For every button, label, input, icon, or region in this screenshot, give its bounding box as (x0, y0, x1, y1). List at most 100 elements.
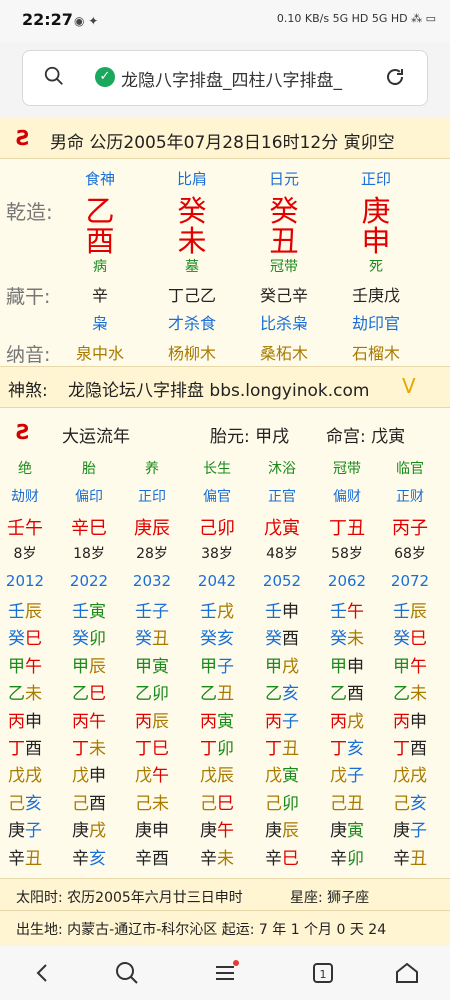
menu-icon[interactable] (210, 958, 240, 988)
liunian-cell[interactable]: 庚子 (0, 816, 55, 841)
liunian-cell[interactable]: 丙申 (380, 707, 440, 732)
liunian-cell[interactable]: 壬辰 (0, 597, 55, 622)
address-bar[interactable]: ✓ 龙隐八字排盘_四柱八字排盘_ (22, 50, 428, 106)
expand-arrow-icon[interactable]: V (402, 374, 416, 398)
liunian-cell[interactable]: 壬寅 (59, 597, 119, 622)
liunian-cell[interactable]: 丁未 (59, 734, 119, 759)
liunian-cell[interactable]: 己卯 (252, 789, 312, 814)
liunian-gan: 庚 (200, 821, 217, 842)
liunian-cell[interactable]: 癸未 (317, 624, 377, 649)
liunian-cell[interactable]: 丁巳 (122, 734, 182, 759)
forum-link[interactable]: 龙隐论坛八字排盘 bbs.longyinok.com (68, 376, 369, 401)
liunian-gan: 乙 (200, 684, 217, 705)
liunian-cell[interactable]: 甲申 (317, 652, 377, 677)
liunian-cell[interactable]: 己亥 (380, 789, 440, 814)
liunian-cell[interactable]: 庚戌 (59, 816, 119, 841)
liunian-cell[interactable]: 壬辰 (380, 597, 440, 622)
dizhi-cell: 未 (177, 224, 207, 258)
liunian-cell[interactable]: 乙酉 (317, 679, 377, 704)
search-icon[interactable] (112, 958, 142, 988)
liunian-cell[interactable]: 辛丑 (380, 844, 440, 869)
liunian-cell[interactable]: 戊戌 (380, 761, 440, 786)
liunian-cell[interactable]: 癸卯 (59, 624, 119, 649)
dayun-ganzhi[interactable]: 丙子 (380, 514, 440, 540)
liunian-cell[interactable]: 丙子 (252, 707, 312, 732)
liunian-cell[interactable]: 辛卯 (317, 844, 377, 869)
page-title: 龙隐八字排盘_四柱八字排盘_ (121, 71, 342, 91)
liunian-cell[interactable]: 乙亥 (252, 679, 312, 704)
dayun-ganzhi[interactable]: 庚辰 (122, 514, 182, 540)
liunian-cell[interactable]: 辛巳 (252, 844, 312, 869)
liunian-cell[interactable]: 甲午 (380, 652, 440, 677)
liunian-cell[interactable]: 乙丑 (187, 679, 247, 704)
liunian-cell[interactable]: 戊寅 (252, 761, 312, 786)
liunian-cell[interactable]: 辛丑 (0, 844, 55, 869)
liunian-cell[interactable]: 戊申 (59, 761, 119, 786)
liunian-cell[interactable]: 己巳 (187, 789, 247, 814)
liunian-cell[interactable]: 癸丑 (122, 624, 182, 649)
liunian-cell[interactable]: 乙巳 (59, 679, 119, 704)
liunian-cell[interactable]: 庚午 (187, 816, 247, 841)
liunian-cell[interactable]: 丙申 (0, 707, 55, 732)
liunian-cell[interactable]: 甲子 (187, 652, 247, 677)
reload-icon[interactable] (383, 65, 407, 89)
dayun-ganzhi[interactable]: 己卯 (187, 514, 247, 540)
liunian-cell[interactable]: 丁亥 (317, 734, 377, 759)
liunian-cell[interactable]: 戊辰 (187, 761, 247, 786)
dayun-ganzhi[interactable]: 辛巳 (59, 514, 119, 540)
liunian-zhi: 戌 (25, 766, 42, 787)
liunian-cell[interactable]: 壬子 (122, 597, 182, 622)
liunian-zhi: 酉 (282, 629, 299, 650)
liunian-cell[interactable]: 庚寅 (317, 816, 377, 841)
liunian-cell[interactable]: 戊戌 (0, 761, 55, 786)
liunian-cell[interactable]: 乙未 (0, 679, 55, 704)
liunian-cell[interactable]: 癸巳 (380, 624, 440, 649)
liunian-gan: 壬 (393, 602, 410, 622)
liunian-cell[interactable]: 丙寅 (187, 707, 247, 732)
back-icon[interactable] (28, 958, 58, 988)
liunian-gan: 辛 (200, 848, 217, 869)
liunian-cell[interactable]: 丁卯 (187, 734, 247, 759)
liunian-zhi: 申 (152, 821, 169, 842)
liunian-cell[interactable]: 戊子 (317, 761, 377, 786)
liunian-cell[interactable]: 庚辰 (252, 816, 312, 841)
liunian-cell[interactable]: 壬午 (317, 597, 377, 622)
home-icon[interactable] (392, 958, 422, 988)
dayun-ganzhi[interactable]: 戊寅 (252, 514, 312, 540)
liunian-cell[interactable]: 己未 (122, 789, 182, 814)
liunian-cell[interactable]: 甲午 (0, 652, 55, 677)
liunian-cell[interactable]: 癸亥 (187, 624, 247, 649)
liunian-cell[interactable]: 癸巳 (0, 624, 55, 649)
liunian-cell[interactable]: 乙未 (380, 679, 440, 704)
liunian-cell[interactable]: 丁丑 (252, 734, 312, 759)
liunian-cell[interactable]: 辛亥 (59, 844, 119, 869)
liunian-cell[interactable]: 壬戌 (187, 597, 247, 622)
liunian-cell[interactable]: 乙卯 (122, 679, 182, 704)
liunian-cell[interactable]: 戊午 (122, 761, 182, 786)
browser-nav-bar: 1 (0, 946, 450, 1000)
dayun-ganzhi[interactable]: 壬午 (0, 514, 55, 540)
liunian-cell[interactable]: 辛未 (187, 844, 247, 869)
search-icon[interactable] (43, 65, 65, 87)
tabs-icon[interactable]: 1 (308, 958, 338, 988)
liunian-cell[interactable]: 己丑 (317, 789, 377, 814)
dayun-ganzhi[interactable]: 丁丑 (317, 514, 377, 540)
liunian-cell[interactable]: 丙戌 (317, 707, 377, 732)
liunian-cell[interactable]: 己亥 (0, 789, 55, 814)
liunian-cell[interactable]: 癸酉 (252, 624, 312, 649)
liunian-cell[interactable]: 丁酉 (380, 734, 440, 759)
liunian-cell[interactable]: 庚申 (122, 816, 182, 841)
liunian-cell[interactable]: 丁酉 (0, 734, 55, 759)
liunian-cell[interactable]: 甲辰 (59, 652, 119, 677)
liunian-zhi: 丑 (25, 848, 42, 869)
liunian-cell[interactable]: 丙午 (59, 707, 119, 732)
liunian-cell[interactable]: 甲戌 (252, 652, 312, 677)
liunian-cell[interactable]: 庚子 (380, 816, 440, 841)
liunian-cell[interactable]: 甲寅 (122, 652, 182, 677)
dayun-shishen: 偏官 (203, 489, 231, 505)
liunian-cell[interactable]: 己酉 (59, 789, 119, 814)
liunian-gan: 壬 (200, 602, 217, 622)
liunian-cell[interactable]: 壬申 (252, 597, 312, 622)
liunian-cell[interactable]: 丙辰 (122, 707, 182, 732)
liunian-cell[interactable]: 辛酉 (122, 844, 182, 869)
